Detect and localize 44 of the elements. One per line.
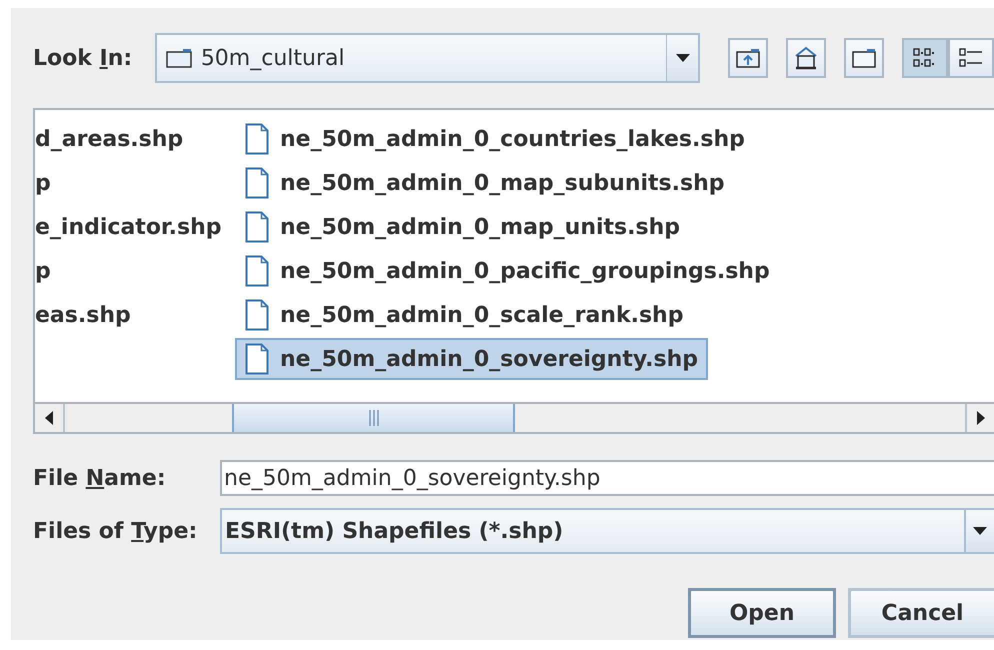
file-item[interactable]: ne_50m_admin_0_scale_rank.shp — [235, 294, 694, 336]
file-name-field[interactable]: ne_50m_admin_0_sovereignty.shp — [220, 460, 994, 496]
cancel-button[interactable]: Cancel — [848, 588, 994, 638]
open-button[interactable]: Open — [688, 588, 836, 638]
file-name-text[interactable]: d_areas.shp — [35, 122, 184, 156]
file-item[interactable]: ne_50m_admin_0_map_units.shp — [235, 206, 690, 248]
home-icon — [793, 46, 819, 70]
file-item[interactable]: ne_50m_admin_0_map_subunits.shp — [235, 162, 735, 204]
look-in-label: Look In: — [33, 46, 132, 70]
file-item[interactable]: ne_50m_admin_0_sovereignty.shp — [235, 338, 708, 380]
caret-icon — [972, 526, 988, 536]
look-in-dropdown[interactable]: 50m_cultural — [154, 33, 700, 83]
folder-icon — [851, 47, 877, 69]
details-view-button[interactable] — [948, 38, 994, 78]
file-name-text[interactable]: eas.shp — [35, 298, 131, 332]
new-folder-button[interactable] — [844, 38, 884, 78]
home-button[interactable] — [786, 38, 826, 78]
scroll-right-icon[interactable] — [976, 411, 986, 425]
folder-icon — [164, 47, 193, 69]
folder-name: 50m_cultural — [200, 44, 345, 72]
file-icon — [245, 343, 269, 375]
file-icon — [245, 211, 269, 243]
up-folder-button[interactable] — [728, 38, 768, 78]
caret-icon — [674, 53, 690, 63]
file-item[interactable]: ne_50m_admin_0_countries_lakes.shp — [235, 118, 755, 160]
grip-icon — [368, 410, 378, 426]
files-of-type-label: Files of Type: — [33, 518, 198, 544]
details-view-icon — [959, 47, 983, 69]
file-item[interactable]: ne_50m_admin_0_pacific_groupings.shp — [235, 250, 780, 292]
scrollbar-thumb[interactable] — [232, 404, 515, 432]
file-name-text[interactable]: p — [35, 254, 51, 288]
scroll-left-icon[interactable] — [44, 411, 54, 425]
list-view-icon — [913, 47, 937, 69]
file-name-label: File Name: — [33, 466, 166, 490]
folder-up-icon — [735, 47, 761, 69]
file-name-text[interactable]: e_indicator.shp — [35, 210, 222, 244]
file-icon — [245, 123, 269, 155]
file-icon — [245, 167, 269, 199]
file-icon — [245, 255, 269, 287]
file-name-text[interactable]: p — [35, 166, 51, 200]
list-view-button[interactable] — [902, 38, 948, 78]
horizontal-scrollbar[interactable] — [35, 402, 994, 432]
file-type-dropdown[interactable]: ESRI(tm) Shapefiles (*.shp) — [220, 508, 994, 554]
file-icon — [245, 299, 269, 331]
